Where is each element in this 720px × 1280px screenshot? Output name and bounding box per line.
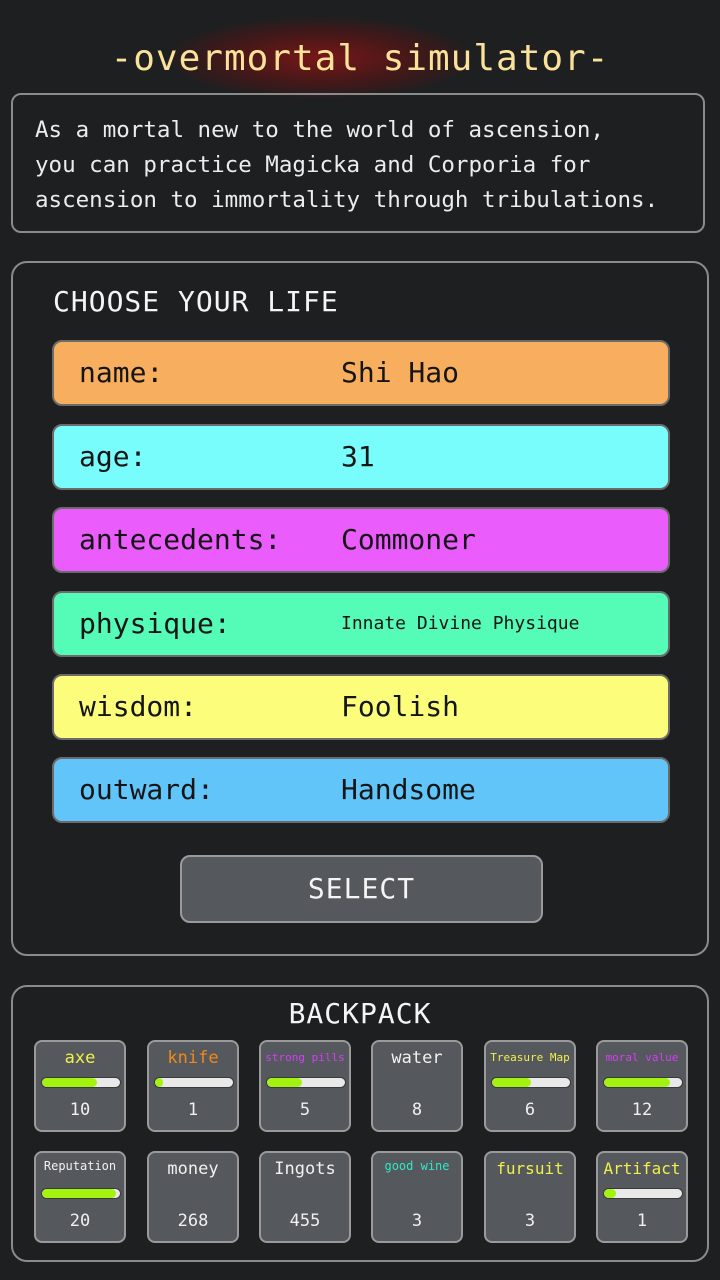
knife-icon: knife: [167, 1048, 219, 1068]
backpack-slot-knife[interactable]: knife 1: [147, 1040, 239, 1132]
attribute-label: wisdom:: [79, 690, 198, 723]
item-progress-fill: [155, 1078, 163, 1087]
backpack-slot-wine[interactable]: good wine 3: [371, 1151, 463, 1243]
attribute-value: Innate Divine Physique: [341, 613, 580, 634]
title-area: -overmortal simulator-: [0, 18, 720, 98]
money-icon: money: [167, 1159, 219, 1179]
attribute-row-outward[interactable]: outward: Handsome: [52, 757, 670, 823]
attribute-label: age:: [79, 440, 147, 473]
item-count: 10: [69, 1100, 91, 1120]
item-progress-fill: [42, 1078, 97, 1087]
backpack-slot-ingots[interactable]: Ingots 455: [259, 1151, 351, 1243]
attribute-value: Shi Hao: [341, 356, 460, 389]
ingots-icon: Ingots: [274, 1159, 336, 1179]
item-progress-bar: [41, 1077, 121, 1088]
item-progress-bar: [603, 1188, 683, 1199]
item-progress-fill: [267, 1078, 303, 1087]
attribute-row-physique[interactable]: physique: Innate Divine Physique: [52, 591, 670, 657]
attribute-label: outward:: [79, 773, 214, 806]
backpack-panel: BACKPACK axe 10 knife 1 strong pills 5 water 8 T…: [11, 985, 709, 1262]
moral-icon: moral value: [605, 1051, 679, 1064]
item-progress-fill: [604, 1078, 671, 1087]
backpack-title: BACKPACK: [288, 997, 432, 1030]
item-count: 3: [411, 1211, 423, 1231]
artifact-icon: Artifact: [603, 1159, 681, 1178]
water-icon: water: [391, 1048, 443, 1068]
backpack-slot-fursuit[interactable]: fursuit 3: [484, 1151, 576, 1243]
item-count: 6: [524, 1100, 536, 1120]
attribute-row-name[interactable]: name: Shi Hao: [52, 340, 670, 406]
wine-icon: good wine: [384, 1159, 450, 1173]
fursuit-icon: fursuit: [496, 1159, 564, 1178]
item-progress-fill: [42, 1189, 117, 1198]
item-progress-bar: [154, 1077, 234, 1088]
item-count: 1: [187, 1100, 199, 1120]
item-count: 1: [636, 1211, 648, 1231]
pills-icon: strong pills: [265, 1051, 345, 1064]
attribute-value: 31: [341, 440, 375, 473]
backpack-slot-axe[interactable]: axe 10: [34, 1040, 126, 1132]
backpack-slot-money[interactable]: money 268: [147, 1151, 239, 1243]
intro-text: As a mortal new to the world of ascensio…: [11, 93, 705, 233]
attribute-value: Foolish: [341, 690, 460, 723]
item-count: 20: [69, 1211, 91, 1231]
attribute-label: antecedents:: [79, 523, 282, 556]
backpack-slot-artifact[interactable]: Artifact 1: [596, 1151, 688, 1243]
attribute-row-age[interactable]: age: 31: [52, 424, 670, 490]
item-count: 3: [524, 1211, 536, 1231]
item-progress-bar: [491, 1077, 571, 1088]
backpack-slot-pills[interactable]: strong pills 5: [259, 1040, 351, 1132]
attribute-row-wisdom[interactable]: wisdom: Foolish: [52, 674, 670, 740]
attribute-value: Handsome: [341, 773, 476, 806]
item-progress-bar: [41, 1188, 121, 1199]
item-count: 268: [177, 1211, 209, 1231]
item-progress-fill: [604, 1189, 616, 1198]
axe-icon: axe: [64, 1048, 96, 1068]
select-button[interactable]: SELECT: [180, 855, 543, 923]
attribute-label: name:: [79, 356, 164, 389]
item-count: 8: [411, 1100, 423, 1120]
item-progress-bar: [603, 1077, 683, 1088]
attribute-value: Commoner: [341, 523, 476, 556]
backpack-slot-water[interactable]: water 8: [371, 1040, 463, 1132]
game-title: -overmortal simulator-: [110, 38, 610, 79]
reputation-icon: Reputation: [43, 1159, 117, 1173]
item-count: 455: [289, 1211, 321, 1231]
choose-life-heading: CHOOSE YOUR LIFE: [53, 285, 339, 318]
item-count: 12: [631, 1100, 653, 1120]
attribute-label: physique:: [79, 607, 231, 640]
choose-life-panel: CHOOSE YOUR LIFE name: Shi Hao age: 31 antec…: [11, 261, 709, 956]
item-progress-fill: [492, 1078, 531, 1087]
attribute-row-antecedents[interactable]: antecedents: Commoner: [52, 507, 670, 573]
backpack-slot-map[interactable]: Treasure Map 6: [484, 1040, 576, 1132]
item-progress-bar: [266, 1077, 346, 1088]
backpack-slot-reputation[interactable]: Reputation 20: [34, 1151, 126, 1243]
map-icon: Treasure Map: [490, 1051, 570, 1064]
item-count: 5: [299, 1100, 311, 1120]
backpack-slot-moral[interactable]: moral value 12: [596, 1040, 688, 1132]
